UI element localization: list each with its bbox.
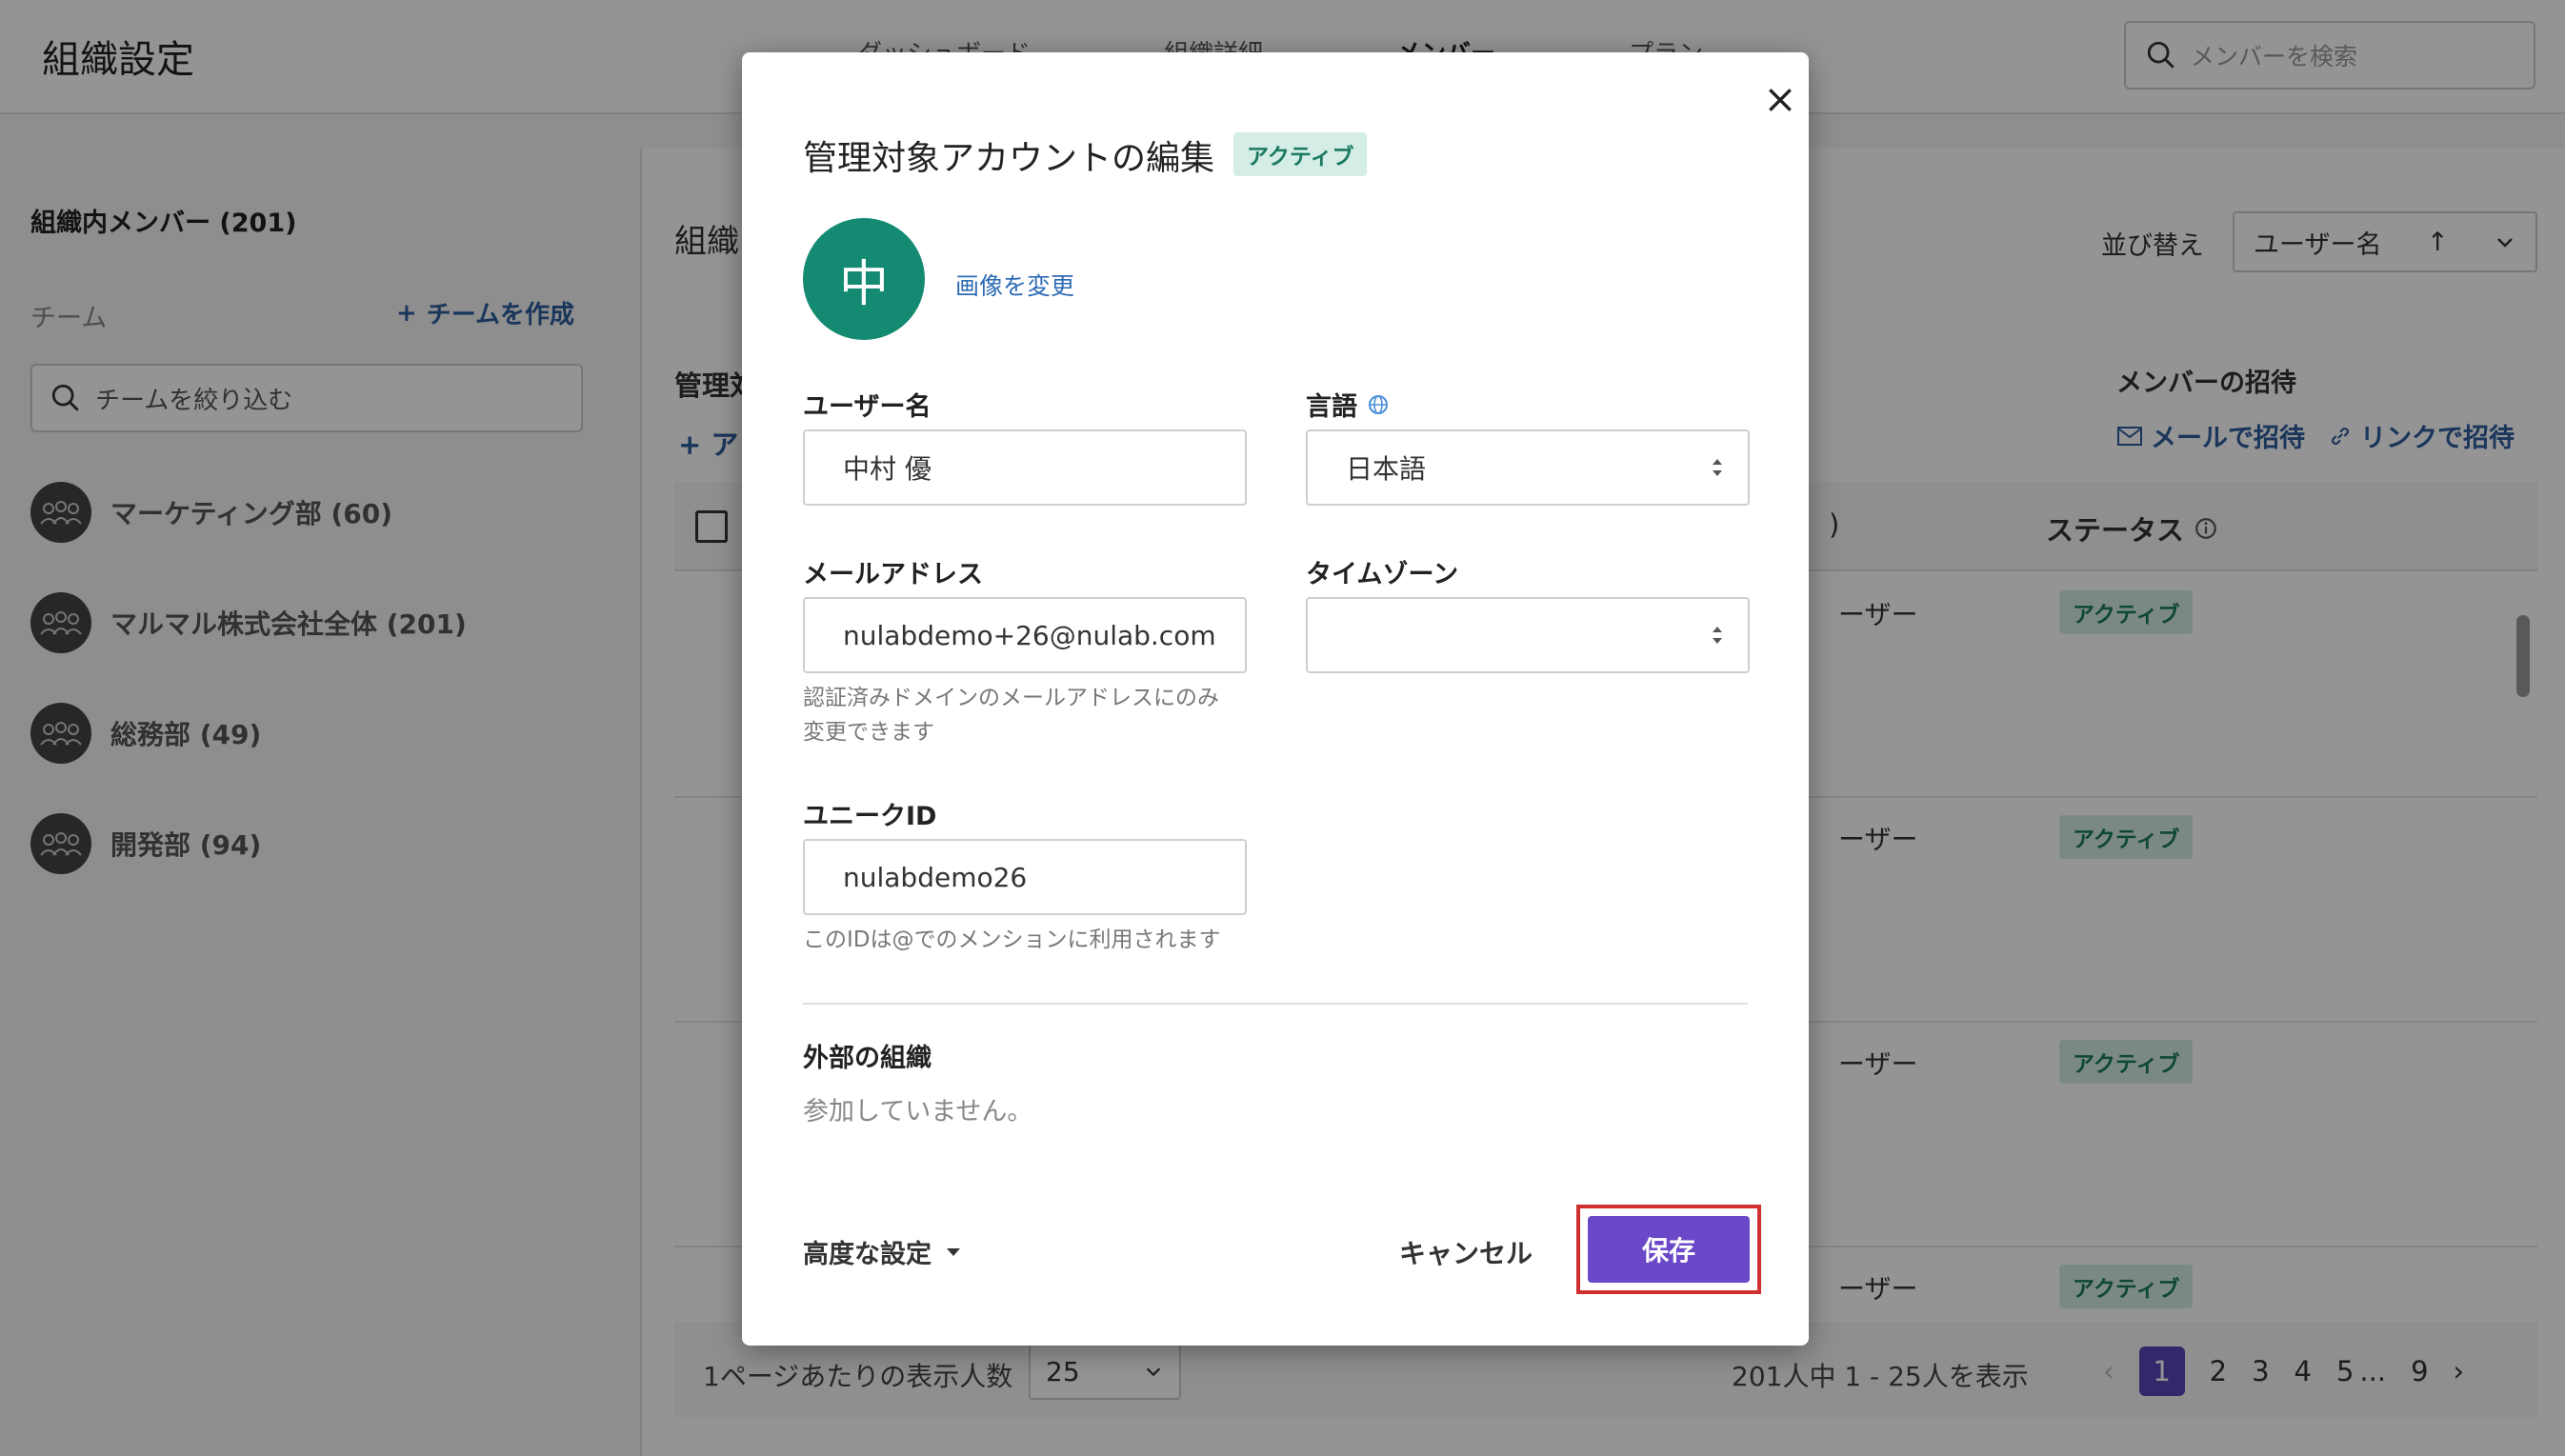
save-button[interactable]: 保存 — [1588, 1216, 1750, 1283]
change-image-link[interactable]: 画像を変更 — [955, 268, 1074, 302]
status-badge: アクティブ — [1233, 132, 1368, 176]
language-label-row: 言語 — [1306, 386, 1390, 423]
updown-icon — [1713, 627, 1722, 644]
advanced-settings-label: 高度な設定 — [803, 1240, 932, 1269]
timezone-select[interactable] — [1306, 597, 1750, 673]
language-label: 言語 — [1306, 392, 1357, 422]
unique-id-field[interactable]: nulabdemo26 — [803, 839, 1247, 915]
username-field[interactable]: 中村 優 — [803, 429, 1247, 506]
username-label: ユーザー名 — [803, 392, 932, 422]
cancel-button[interactable]: キャンセル — [1399, 1233, 1533, 1271]
timezone-label: タイムゾーン — [1306, 560, 1459, 589]
advanced-settings-toggle[interactable]: 高度な設定 — [803, 1233, 962, 1270]
email-help-text: 認証済みドメインのメールアドレスにのみ 変更できます — [803, 681, 1219, 749]
avatar: 中 — [803, 218, 925, 340]
unique-id-help-text: このIDは@でのメンションに利用されます — [803, 927, 1221, 952]
unique-id-label: ユニークID — [803, 802, 937, 831]
divider — [803, 1003, 1748, 1005]
language-value: 日本語 — [1346, 453, 1427, 485]
external-org-label: 外部の組織 — [803, 1044, 932, 1073]
email-help-line-2: 変更できます — [803, 720, 934, 745]
globe-icon — [1369, 394, 1388, 414]
close-button[interactable] — [1752, 71, 1809, 129]
updown-icon — [1713, 459, 1722, 476]
external-org-text: 参加していません。 — [803, 1097, 1033, 1127]
close-icon — [1769, 89, 1792, 111]
email-label: メールアドレス — [803, 560, 983, 589]
email-field[interactable]: nulabdemo+26@nulab.com — [803, 597, 1247, 673]
email-help-line-1: 認証済みドメインのメールアドレスにのみ — [803, 686, 1219, 710]
modal-title: 管理対象アカウントの編集 — [803, 139, 1215, 178]
edit-account-modal: 管理対象アカウントの編集 アクティブ 中 画像を変更 ユーザー名 中村 優 言語… — [742, 52, 1809, 1346]
language-select[interactable]: 日本語 — [1306, 429, 1750, 506]
caret-down-icon — [947, 1247, 960, 1256]
